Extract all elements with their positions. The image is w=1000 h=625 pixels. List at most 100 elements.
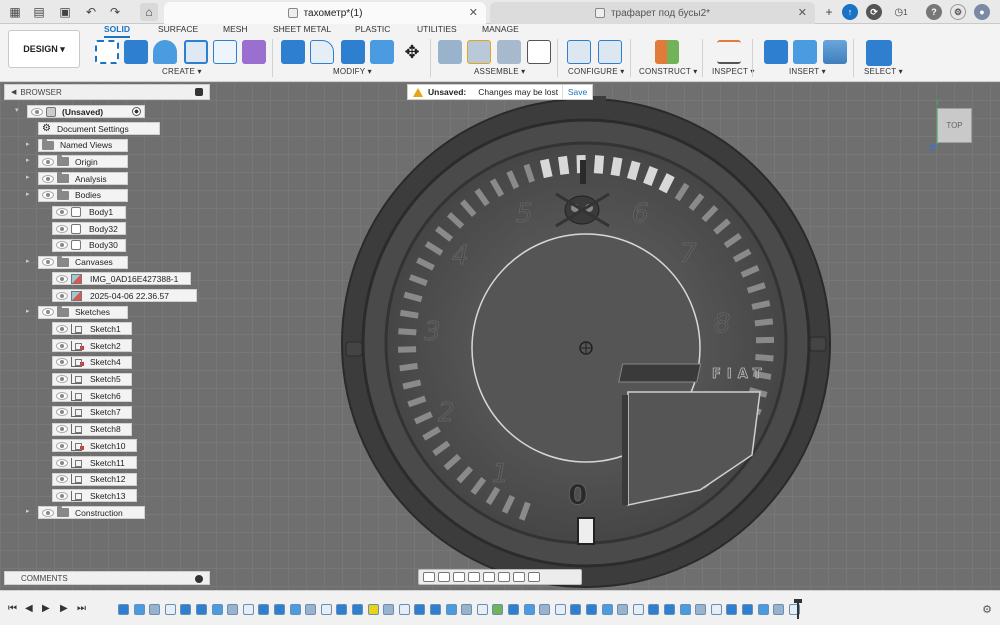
- visibility-eye-icon[interactable]: [56, 475, 68, 484]
- settings-round-icon[interactable]: ⚙: [950, 4, 966, 20]
- step-forward-icon[interactable]: ▶: [60, 603, 68, 614]
- tab-plastic[interactable]: PLASTIC: [355, 24, 390, 38]
- go-to-start-icon[interactable]: ⏮: [8, 603, 17, 614]
- timeline-feature-icon[interactable]: [367, 604, 379, 615]
- construct-plane-icon[interactable]: [655, 40, 679, 64]
- home-icon[interactable]: ⌂: [140, 3, 158, 21]
- joint-icon[interactable]: [467, 40, 491, 64]
- visibility-eye-icon[interactable]: [56, 458, 68, 467]
- timeline-feature-icon[interactable]: [180, 604, 192, 615]
- move-copy-icon[interactable]: ✥: [400, 40, 424, 64]
- press-pull-icon[interactable]: [281, 40, 305, 64]
- timeline-feature-icon[interactable]: [476, 604, 488, 615]
- timeline-feature-icon[interactable]: [508, 604, 519, 615]
- visibility-eye-icon[interactable]: [56, 491, 68, 500]
- tab-utilities[interactable]: UTILITIES: [417, 24, 457, 38]
- timeline-feature-icon[interactable]: [492, 604, 504, 615]
- visibility-eye-icon[interactable]: [42, 191, 54, 200]
- tab-active-document[interactable]: тахометр*(1) ✕: [164, 2, 486, 24]
- go-to-end-icon[interactable]: ⏭: [77, 603, 86, 614]
- tab-surface[interactable]: SURFACE: [158, 24, 198, 38]
- timeline-feature-icon[interactable]: [227, 604, 239, 615]
- display-settings-icon[interactable]: [498, 572, 510, 582]
- timeline-feature-icon[interactable]: [305, 604, 317, 615]
- browser-item-img-0ad16e427388-1[interactable]: IMG_0AD16E427388-1: [52, 272, 192, 286]
- expand-arrow-icon[interactable]: ▸: [26, 258, 32, 265]
- browser-item-named-views[interactable]: Named Views: [38, 138, 128, 152]
- user-avatar[interactable]: ●: [974, 4, 990, 20]
- timeline-feature-icon[interactable]: [430, 604, 441, 615]
- extensions-icon[interactable]: ↑: [842, 4, 858, 20]
- bom-table-icon[interactable]: [527, 40, 551, 64]
- select-menu[interactable]: SELECT ▾: [864, 67, 903, 76]
- timeline-feature-icon[interactable]: [554, 604, 566, 615]
- timeline-feature-icon[interactable]: [757, 604, 769, 615]
- timeline-feature-icon[interactable]: [742, 604, 753, 615]
- timeline-feature-icon[interactable]: [523, 604, 535, 615]
- visibility-eye-icon[interactable]: [42, 258, 54, 267]
- browser-pin-icon[interactable]: [195, 88, 203, 96]
- view-cube[interactable]: TOP: [937, 108, 972, 143]
- visibility-eye-icon[interactable]: [56, 341, 68, 350]
- timeline-feature-icon[interactable]: [320, 604, 332, 615]
- timeline-feature-icon[interactable]: [539, 604, 551, 615]
- timeline-marker[interactable]: [794, 599, 802, 619]
- timeline-feature-icon[interactable]: [336, 604, 348, 615]
- timeline-feature-icon[interactable]: [773, 604, 785, 615]
- browser-item-sketch1[interactable]: Sketch1: [52, 322, 132, 336]
- pattern-icon[interactable]: [213, 40, 237, 64]
- modify-menu[interactable]: MODIFY ▾: [333, 67, 372, 76]
- browser-item-analysis[interactable]: Analysis: [38, 172, 128, 186]
- notifications-button[interactable]: ◷ 1: [889, 3, 913, 21]
- expand-arrow-icon[interactable]: ▸: [26, 141, 32, 148]
- browser-item-canvases[interactable]: Canvases: [38, 255, 128, 269]
- visibility-eye-icon[interactable]: [56, 224, 68, 233]
- visibility-eye-icon[interactable]: [31, 107, 43, 116]
- browser-item-body1[interactable]: Body1: [52, 205, 126, 219]
- fillet-icon[interactable]: [310, 40, 334, 64]
- visibility-eye-icon[interactable]: [56, 208, 68, 216]
- expand-arrow-icon[interactable]: ▸: [26, 308, 32, 315]
- close-tab-icon[interactable]: ✕: [469, 6, 478, 19]
- expand-arrow-icon[interactable]: ▸: [26, 508, 32, 515]
- save-icon[interactable]: ▣: [56, 3, 74, 21]
- timeline-feature-icon[interactable]: [726, 604, 738, 615]
- browser-item-origin[interactable]: Origin: [38, 155, 128, 169]
- visibility-eye-icon[interactable]: [56, 391, 68, 400]
- viewports-icon[interactable]: [528, 572, 540, 582]
- browser-root-node[interactable]: (Unsaved): [27, 105, 145, 118]
- timeline-feature-icon[interactable]: [274, 604, 285, 615]
- timeline-feature-icon[interactable]: [570, 604, 582, 615]
- browser-item-sketch12[interactable]: Sketch12: [52, 472, 138, 486]
- create-menu[interactable]: CREATE ▾: [162, 67, 202, 76]
- timeline-feature-icon[interactable]: [164, 604, 176, 615]
- timeline-feature-icon[interactable]: [445, 604, 457, 615]
- timeline-feature-icon[interactable]: [617, 604, 629, 615]
- comments-panel[interactable]: COMMENTS: [4, 571, 210, 585]
- visibility-eye-icon[interactable]: [42, 157, 54, 166]
- timeline-feature-icon[interactable]: [149, 604, 161, 615]
- workspace-design-button[interactable]: DESIGN ▾: [8, 30, 80, 68]
- as-built-joint-icon[interactable]: [497, 40, 521, 64]
- tab-sheet-metal[interactable]: SHEET METAL: [273, 24, 331, 38]
- pan-icon[interactable]: [453, 572, 465, 582]
- measure-icon[interactable]: [717, 40, 741, 64]
- hole-icon[interactable]: [184, 40, 208, 64]
- combine-icon[interactable]: [341, 40, 365, 64]
- canvas-viewport[interactable]: FIAT 0 1 2 3 4 5 6 7 8 Y Z: [0, 82, 1000, 590]
- redo-icon[interactable]: ↷: [106, 3, 124, 21]
- timeline-feature-icon[interactable]: [695, 604, 707, 615]
- browser-item-construction[interactable]: Construction: [38, 506, 145, 520]
- timeline-feature-icon[interactable]: [679, 604, 691, 615]
- model-view[interactable]: FIAT 0 1 2 3 4 5 6 7 8 Y Z: [0, 82, 1000, 590]
- visibility-eye-icon[interactable]: [56, 274, 68, 283]
- close-tab-icon[interactable]: ✕: [798, 6, 807, 19]
- collapse-triangle-icon[interactable]: ◀: [11, 88, 16, 96]
- timeline-feature-icon[interactable]: [632, 604, 644, 615]
- new-tab-icon[interactable]: +: [820, 3, 838, 21]
- browser-item-sketch4[interactable]: Sketch4: [52, 355, 132, 369]
- browser-item-bodies[interactable]: Bodies: [38, 188, 128, 202]
- job-status-icon[interactable]: ⟳: [866, 4, 882, 20]
- browser-item-2025-04-06-22-36-57[interactable]: 2025-04-06 22.36.57: [52, 289, 197, 302]
- orbit-icon[interactable]: [423, 572, 435, 582]
